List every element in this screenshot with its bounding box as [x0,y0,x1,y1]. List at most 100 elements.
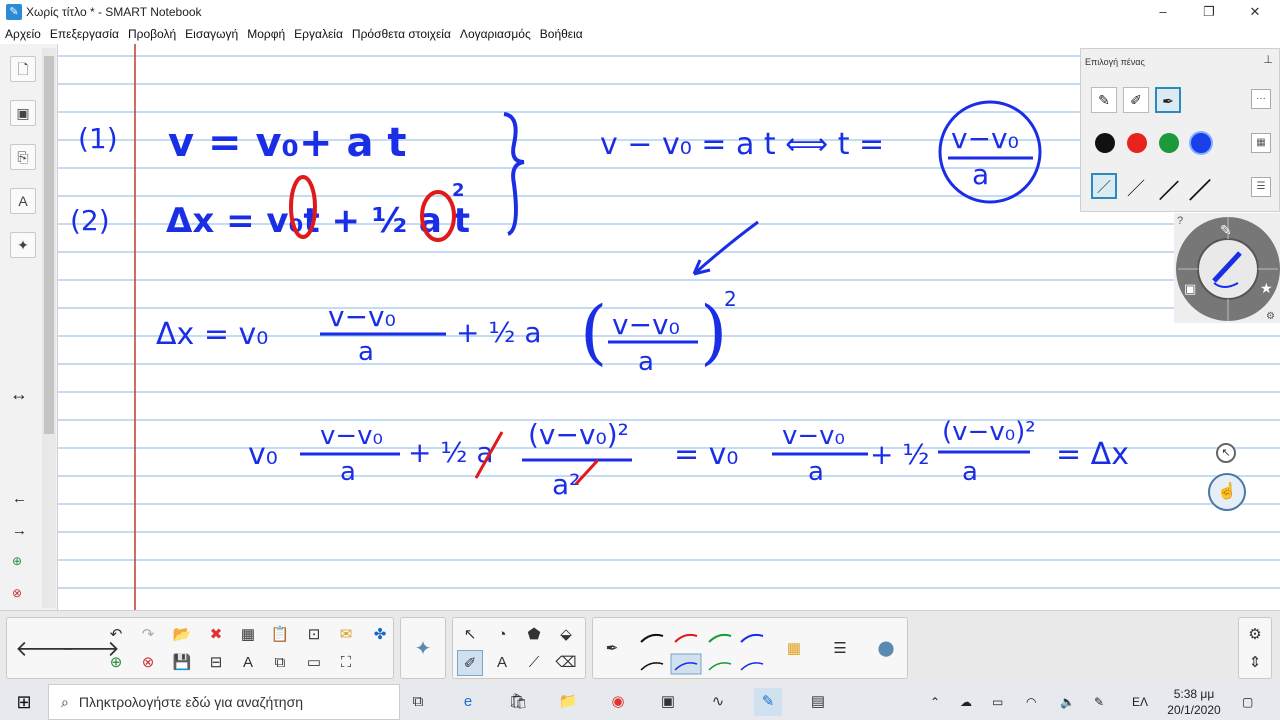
line-width-thickest[interactable]: ／ [1189,173,1211,205]
delete-icon[interactable]: ✖ [203,622,229,648]
previous-page-icon[interactable]: ← [12,490,27,507]
wheel-help-icon[interactable]: ? [1177,215,1183,227]
store-icon[interactable]: 🛍 [504,688,532,716]
line-style-icon[interactable]: ☰ [827,636,853,662]
record-icon[interactable]: ▭ [301,650,327,676]
onedrive-icon[interactable]: ☁ [960,684,972,720]
screen-capture-icon[interactable]: ⊡ [301,622,327,648]
pin-icon[interactable]: ⊥ [1263,53,1273,66]
menu-format[interactable]: Μορφή [247,27,285,41]
windows-start-icon[interactable]: ⊞ [0,684,48,720]
shapes-tool-icon[interactable]: ◔ [489,622,515,648]
move-sidebar-icon[interactable]: ↔ [10,384,28,405]
close-button[interactable]: ✕ [1232,0,1278,24]
color-grid-icon[interactable]: ▦ [781,636,807,662]
pens-tool-icon[interactable]: ✐ [457,650,483,676]
smart-notebook-taskbar-icon[interactable]: ✎ [754,688,782,716]
color-green[interactable] [1159,133,1179,153]
menu-edit[interactable]: Επεξεργασία [50,27,119,41]
math-tools-icon[interactable]: A [235,650,261,676]
previous-page-button[interactable]: 🡐 [15,636,74,662]
restore-button[interactable]: ❐ [1186,0,1232,24]
show-hide-screen-icon[interactable]: ⊟ [203,650,229,676]
attachments-icon[interactable]: ⎘ [10,144,36,170]
properties-icon[interactable]: A [10,188,36,214]
svg-text:✎: ✎ [1220,223,1232,239]
color-black[interactable] [1095,133,1115,153]
response-icon[interactable]: ✉ [333,622,359,648]
add-page-button[interactable]: ⊕ [103,650,129,676]
polygon-tool-icon[interactable]: ⬟ [521,622,547,648]
next-page-icon[interactable]: → [12,522,27,539]
select-tool-icon[interactable]: ↖ [457,622,483,648]
menu-file[interactable]: Αρχείο [5,27,41,41]
page-sorter-icon[interactable]: 🗋 [10,56,36,82]
pen-style-icon[interactable]: ✒ [599,636,625,662]
pen-type-highlighter[interactable]: ✐ [1123,87,1149,113]
line-width-thick[interactable]: ／ [1159,175,1179,204]
color-red[interactable] [1127,133,1147,153]
more-pen-types-icon[interactable]: ··· [1251,89,1271,109]
action-center-icon[interactable]: ▢ [1242,684,1253,720]
fill-tool-icon[interactable]: ⬙ [553,622,579,648]
settings-gear-icon[interactable]: ⚙ [1242,622,1268,648]
line3-frac2-num: v−v₀ [612,308,680,341]
wifi-icon[interactable]: ◠ [1026,684,1036,720]
taskbar-search-box[interactable]: ⌕ Πληκτρολογήστε εδώ για αναζήτηση [48,684,400,720]
line-width-medium[interactable]: ／ [1127,175,1145,201]
clock[interactable]: 5:38 μμ 20/1/2020 [1160,686,1228,718]
chrome-icon[interactable]: ◉ [604,688,632,716]
addons-puzzle-icon[interactable]: ✦ [10,232,36,258]
line-tool-icon[interactable]: ⟋ [521,650,547,676]
pen-tray-icon[interactable]: ✎ [1094,684,1104,720]
pen-type-calligraphy[interactable]: ✒ [1155,87,1181,113]
fullscreen-icon[interactable]: ⛶ [333,650,359,676]
menu-addons[interactable]: Πρόσθετα στοιχεία [352,27,451,41]
gallery-icon[interactable]: ▣ [10,100,36,126]
text-tool-icon[interactable]: A [489,650,515,676]
delete-page-icon[interactable]: ⊗ [12,586,22,600]
menu-insert[interactable]: Εισαγωγή [185,27,238,41]
menu-view[interactable]: Προβολή [128,27,176,41]
language-indicator[interactable]: ΕΛ [1132,684,1148,720]
eraser-tool-icon[interactable]: ⌫ [553,650,579,676]
pen-settings-icon[interactable]: ☰ [1251,177,1271,197]
select-cursor-icon[interactable]: ↖ [1216,443,1236,463]
toolbar-position-icon[interactable]: ⇕ [1242,650,1268,676]
minimize-button[interactable]: – [1140,0,1186,24]
addons-icon[interactable]: ✤ [367,622,393,648]
volume-icon[interactable]: 🔈 [1060,684,1075,720]
puzzle-icon[interactable]: ✦ [410,636,436,662]
color-blue-selected[interactable] [1189,131,1213,155]
save-icon[interactable]: 💾 [169,650,195,676]
touch-hand-icon[interactable]: ☝ [1208,473,1246,511]
menu-account[interactable]: Λογαριασμός [460,27,531,41]
sidebar-scroll-thumb[interactable] [44,56,54,434]
clone-icon[interactable]: ⧉ [267,650,293,676]
tool-wheel[interactable]: ✎ ★ ▣ ? ⚙ [1174,213,1280,323]
tray-up-arrow-icon[interactable]: ⌃ [930,684,940,720]
menu-tools[interactable]: Εργαλεία [294,27,343,41]
wheel-settings-icon[interactable]: ⚙ [1266,311,1275,322]
graph-app-icon[interactable]: ∿ [704,688,732,716]
open-file-icon[interactable]: 📂 [169,622,195,648]
task-view-icon[interactable]: ⧉ [404,688,432,716]
edge-browser-icon[interactable]: e [454,688,482,716]
battery-icon[interactable]: ▭ [992,684,1003,720]
paste-icon[interactable]: 📋 [267,622,293,648]
delete-page-button[interactable]: ⊗ [135,650,161,676]
fill-effects-icon[interactable]: ⬤ [873,636,899,662]
pen-presets[interactable] [637,624,767,676]
smart-tools-icon[interactable]: ▤ [804,688,832,716]
more-colors-icon[interactable]: ▦ [1251,133,1271,153]
table-icon[interactable]: ▦ [235,622,261,648]
line-width-thin[interactable]: ／ [1091,173,1117,199]
menu-help[interactable]: Βοήθεια [540,27,583,41]
undo-icon[interactable]: ↶ [103,622,129,648]
file-explorer-icon[interactable]: 📁 [554,688,582,716]
next-page-button[interactable]: 🡒 [61,636,120,662]
photos-app-icon[interactable]: ▣ [654,688,682,716]
pen-type-pen[interactable]: ✎ [1091,87,1117,113]
add-page-icon[interactable]: ⊕ [12,554,22,568]
redo-icon[interactable]: ↷ [135,622,161,648]
